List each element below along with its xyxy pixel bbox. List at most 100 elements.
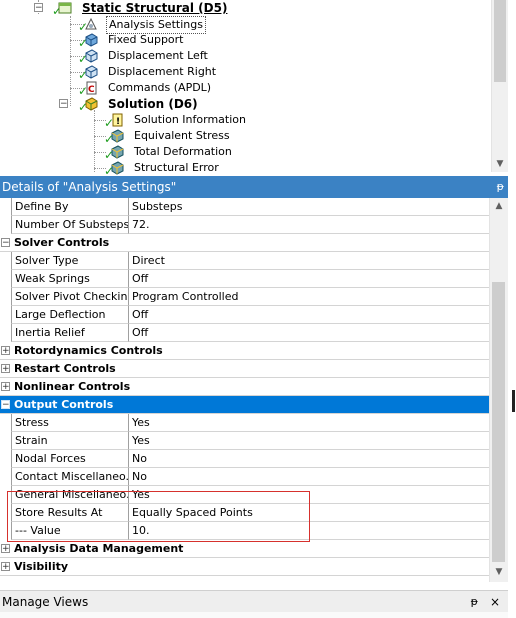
- category-row-nonlinear-controls[interactable]: + Nonlinear Controls: [0, 378, 490, 396]
- property-value[interactable]: Off: [129, 270, 490, 288]
- fixed-support-icon: [85, 33, 98, 47]
- category-label: Nonlinear Controls: [14, 380, 131, 393]
- property-name: Large Deflection: [11, 306, 129, 324]
- property-value[interactable]: Program Controlled: [129, 288, 490, 306]
- property-name: Solver Type: [11, 252, 129, 270]
- property-row-contact-miscellaneo[interactable]: Contact Miscellaneo... No: [0, 468, 490, 486]
- property-row-large-deflection[interactable]: Large Deflection Off: [0, 306, 490, 324]
- details-panel-header: Details of "Analysis Settings" ᵽ: [0, 176, 508, 198]
- property-name: Number Of Substeps: [11, 216, 129, 234]
- tree-node-equivalent-stress[interactable]: ✓ Equivalent Stress: [104, 128, 330, 145]
- expand-icon[interactable]: +: [1, 562, 10, 572]
- category-label: Output Controls: [14, 398, 114, 411]
- tree-node-solution-information[interactable]: ✓ ! Solution Information: [104, 112, 330, 129]
- category-row-rotordynamics-controls[interactable]: + Rotordynamics Controls: [0, 342, 490, 360]
- expand-icon[interactable]: +: [1, 382, 10, 392]
- expand-icon[interactable]: +: [1, 544, 10, 554]
- property-row-number-of-substeps[interactable]: Number Of Substeps 72.: [0, 216, 490, 234]
- manage-views-toolbar: [0, 612, 508, 618]
- tree-node-label: Equivalent Stress: [134, 129, 230, 142]
- displacement-icon: [85, 49, 98, 63]
- structural-error-icon: [111, 161, 124, 175]
- property-value[interactable]: 72.: [129, 216, 490, 234]
- property-name: --- Value: [11, 522, 129, 540]
- solution-information-icon: !: [112, 113, 123, 127]
- tree-node-label: Structural Error: [134, 161, 219, 174]
- pin-icon[interactable]: ᵽ: [471, 591, 478, 613]
- tree-node-commands-apdl[interactable]: ✓ C Commands (APDL): [78, 80, 304, 97]
- scroll-up-arrow-icon[interactable]: ▲: [490, 200, 508, 212]
- tree-scrollbar[interactable]: ▼: [491, 0, 508, 172]
- property-value[interactable]: Yes: [129, 432, 490, 450]
- property-row-strain[interactable]: Strain Yes: [0, 432, 490, 450]
- category-row-restart-controls[interactable]: + Restart Controls: [0, 360, 490, 378]
- property-row-stress[interactable]: Stress Yes: [0, 414, 490, 432]
- tree-node-displacement-right[interactable]: ✓ Displacement Right: [78, 64, 304, 81]
- property-row-value[interactable]: --- Value 10.: [0, 522, 490, 540]
- analysis-settings-icon: [85, 17, 97, 30]
- property-name: Stress: [11, 414, 129, 432]
- property-row-weak-springs[interactable]: Weak Springs Off: [0, 270, 490, 288]
- tree-node-label: Fixed Support: [108, 33, 184, 46]
- property-row-general-miscellaneo[interactable]: General Miscellaneo... Yes: [0, 486, 490, 504]
- details-scrollbar-thumb[interactable]: [492, 282, 505, 562]
- tree-node-fixed-support[interactable]: ✓ Fixed Support: [78, 32, 304, 49]
- tree-node-label: Displacement Left: [108, 49, 208, 62]
- category-row-analysis-data-management[interactable]: + Analysis Data Management: [0, 540, 490, 558]
- property-name: Define By: [11, 198, 129, 216]
- expand-icon[interactable]: +: [1, 346, 10, 356]
- total-deformation-icon: [111, 145, 124, 159]
- pin-icon[interactable]: ᵽ: [497, 176, 504, 198]
- tree-node-label: Displacement Right: [108, 65, 217, 78]
- property-name: Contact Miscellaneo...: [11, 468, 129, 486]
- details-grid: Define By Substeps Number Of Substeps 72. − S…: [0, 198, 508, 582]
- collapse-static-structural-toggle[interactable]: −: [34, 3, 43, 13]
- property-value[interactable]: Substeps: [129, 198, 490, 216]
- details-scrollbar[interactable]: ▲ ▼: [489, 198, 508, 582]
- property-value[interactable]: Yes: [129, 486, 490, 504]
- property-row-store-results-at[interactable]: Store Results At Equally Spaced Points: [0, 504, 490, 522]
- svg-text:!: !: [116, 117, 120, 127]
- category-label: Solver Controls: [14, 236, 110, 249]
- tree-node-structural-error[interactable]: ✓ Structural Error: [104, 160, 330, 176]
- property-name: Weak Springs: [11, 270, 129, 288]
- static-structural-icon: [58, 2, 72, 14]
- property-row-define-by[interactable]: Define By Substeps: [0, 198, 490, 216]
- property-value[interactable]: Yes: [129, 414, 490, 432]
- splitter-marker[interactable]: [512, 390, 515, 412]
- property-name: Strain: [11, 432, 129, 450]
- category-row-output-controls[interactable]: − Output Controls: [0, 396, 490, 414]
- tree-node-total-deformation[interactable]: ✓ Total Deformation: [104, 144, 330, 161]
- property-value[interactable]: Direct: [129, 252, 490, 270]
- property-value[interactable]: No: [129, 468, 490, 486]
- equivalent-stress-icon: [111, 129, 124, 143]
- tree-node-static-structural[interactable]: ✓ Static Structural (D5): [52, 0, 318, 17]
- property-value[interactable]: Equally Spaced Points: [129, 504, 490, 522]
- property-row-inertia-relief[interactable]: Inertia Relief Off: [0, 324, 490, 342]
- property-row-solver-pivot-checking[interactable]: Solver Pivot Checking Program Controlled: [0, 288, 490, 306]
- expand-icon[interactable]: +: [1, 364, 10, 374]
- collapse-icon[interactable]: −: [1, 238, 10, 248]
- tree-node-analysis-settings[interactable]: ✓ Analysis Settings: [78, 16, 304, 34]
- collapse-solution-toggle[interactable]: −: [59, 99, 68, 109]
- property-row-nodal-forces[interactable]: Nodal Forces No: [0, 450, 490, 468]
- tree-node-label: Solution Information: [134, 113, 246, 126]
- property-name: Store Results At: [11, 504, 129, 522]
- property-row-solver-type[interactable]: Solver Type Direct: [0, 252, 490, 270]
- tree-scrollbar-thumb[interactable]: [494, 0, 506, 82]
- category-row-visibility[interactable]: + Visibility: [0, 558, 490, 576]
- property-value[interactable]: 10.: [129, 522, 490, 540]
- tree-node-solution[interactable]: ✓ Solution (D6): [78, 96, 304, 113]
- property-value[interactable]: No: [129, 450, 490, 468]
- tree-node-displacement-left[interactable]: ✓ Displacement Left: [78, 48, 304, 65]
- close-icon[interactable]: ×: [490, 591, 500, 613]
- solution-icon: [85, 97, 98, 111]
- property-value[interactable]: Off: [129, 324, 490, 342]
- category-row-solver-controls[interactable]: − Solver Controls: [0, 234, 490, 252]
- scroll-down-arrow-icon[interactable]: ▼: [490, 566, 508, 578]
- category-label: Visibility: [14, 560, 69, 573]
- property-value[interactable]: Off: [129, 306, 490, 324]
- commands-apdl-icon: C: [86, 81, 97, 95]
- scroll-down-arrow-icon[interactable]: ▼: [492, 158, 508, 170]
- collapse-icon[interactable]: −: [1, 400, 10, 410]
